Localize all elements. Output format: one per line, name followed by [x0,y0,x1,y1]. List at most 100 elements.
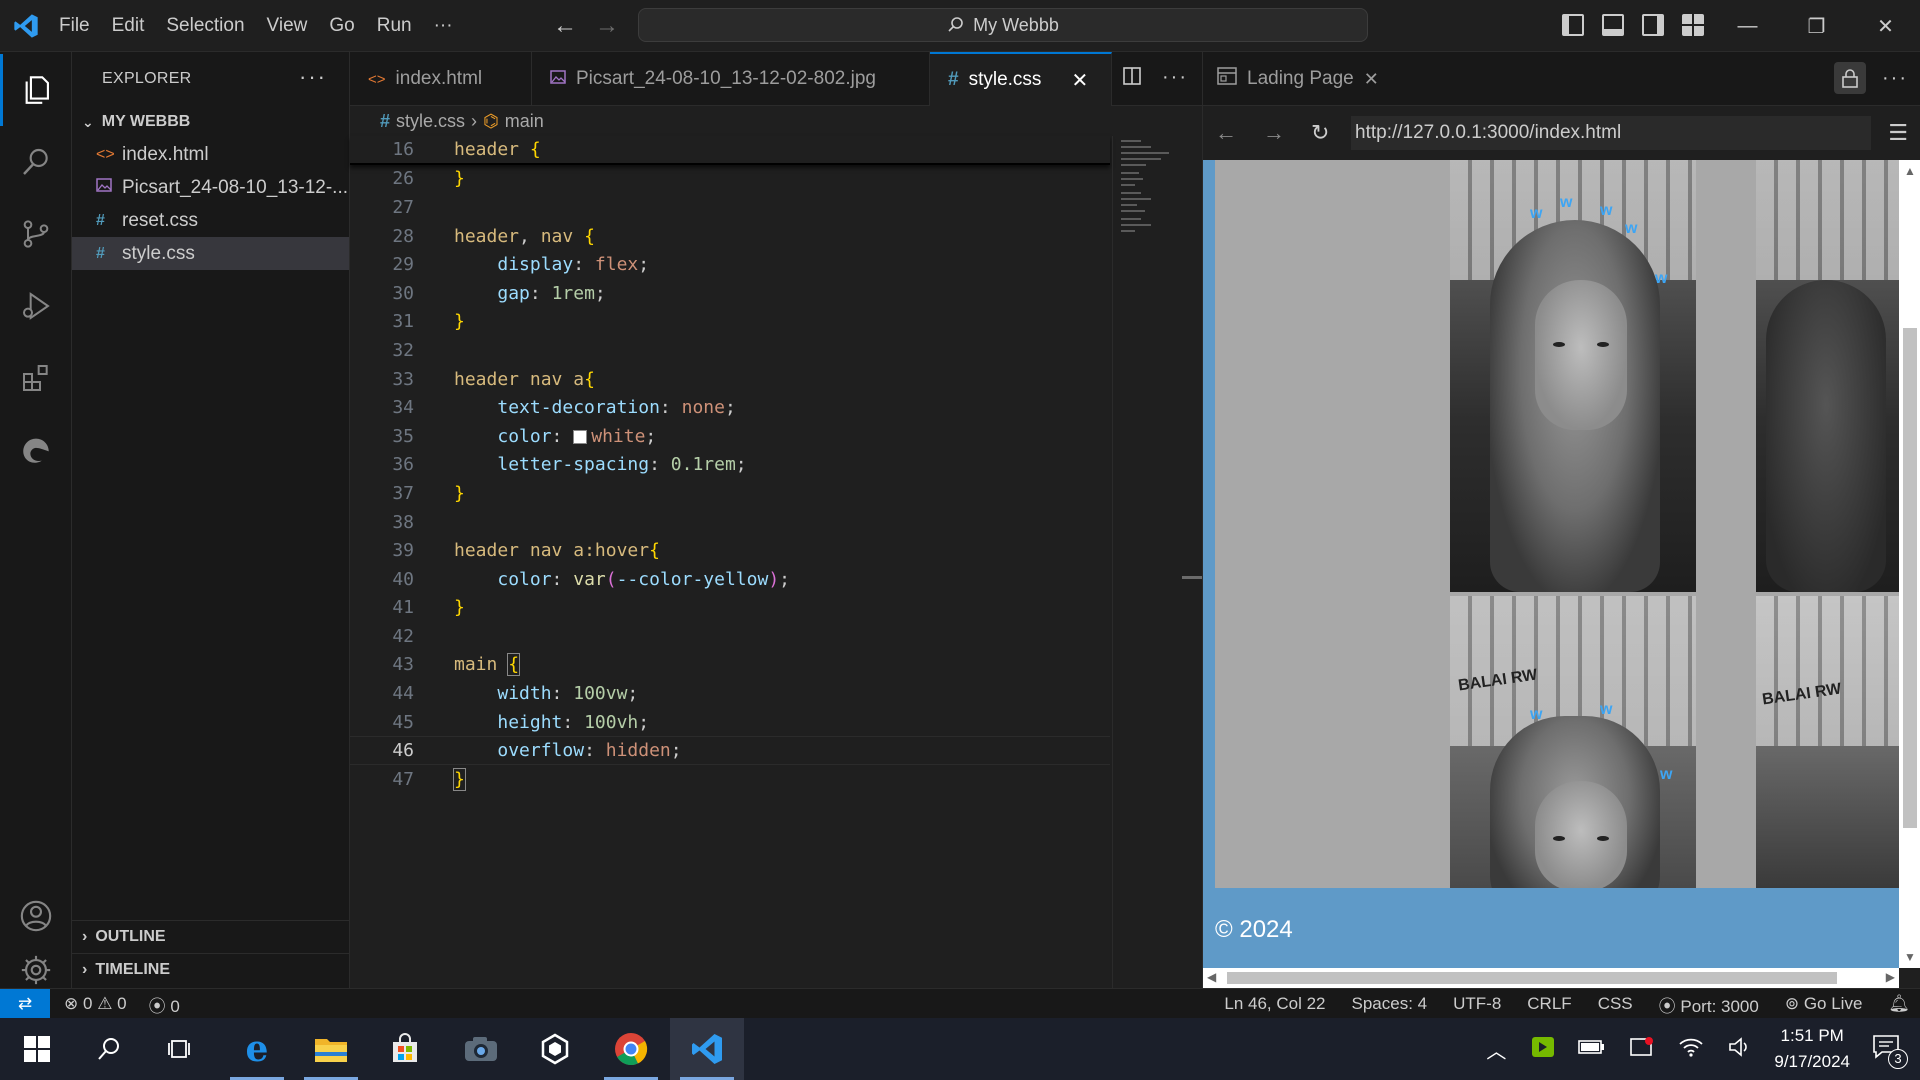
menu-run[interactable]: Run [370,15,419,37]
minimize-icon[interactable]: — [1713,0,1782,52]
edge-devtools-icon[interactable] [0,414,72,486]
run-debug-icon[interactable] [0,270,72,342]
battery-icon[interactable] [1578,1038,1606,1061]
toggle-primary-sidebar-icon[interactable] [1562,14,1584,36]
indentation[interactable]: Spaces: 4 [1352,994,1428,1014]
file-item-index-html[interactable]: <> index.html [72,138,349,171]
symbol-icon: ⌬ [483,110,499,131]
line-number: 47 [392,768,414,790]
customize-layout-icon[interactable] [1682,14,1704,36]
workspace-folder[interactable]: ⌄ MY WEBBB [72,106,349,138]
close-window-icon[interactable]: ✕ [1851,0,1920,52]
menu-selection[interactable]: Selection [159,15,251,37]
scroll-thumb[interactable] [1227,972,1837,984]
breadcrumb-symbol[interactable]: main [505,111,544,132]
menu-go[interactable]: Go [322,15,361,37]
url-bar[interactable]: http://127.0.0.1:3000/index.html [1351,116,1871,150]
scroll-up-arrow-icon[interactable]: ▲ [1904,164,1916,178]
taskbar-search-icon[interactable] [72,1018,146,1080]
file-item-style-css[interactable]: # style.css [72,237,349,270]
breadcrumb: # style.css › ⌬ main [350,106,1202,136]
line-ending[interactable]: CRLF [1527,994,1571,1014]
file-explorer-icon[interactable] [294,1018,368,1080]
file-item-reset-css[interactable]: # reset.css [72,204,349,237]
more-actions-icon[interactable]: ··· [1162,66,1188,92]
tab-lading-page[interactable]: Lading Page ✕ [1203,52,1393,106]
notification-center-icon[interactable]: 3 [1872,1034,1908,1069]
live-server-port[interactable]: ⦿ Port: 3000 [1659,992,1759,1017]
css-file-icon: # [948,69,959,90]
close-tab-icon[interactable]: ✕ [1364,69,1379,90]
remote-indicator-icon[interactable]: ⇄ [0,989,50,1019]
line-number: 38 [392,511,414,533]
scroll-down-arrow-icon[interactable]: ▼ [1904,950,1916,964]
minimap[interactable] [1112,136,1182,988]
menu-more[interactable]: ··· [427,15,460,37]
explorer-more-icon[interactable]: ··· [299,64,327,90]
start-button[interactable] [0,1018,74,1080]
scroll-thumb[interactable] [1903,328,1917,828]
toggle-panel-icon[interactable] [1602,14,1624,36]
go-live-button[interactable]: ⊚ Go Live [1785,994,1863,1014]
microsoft-store-icon[interactable] [368,1018,442,1080]
command-center[interactable]: My Webbb [638,8,1368,42]
language-mode[interactable]: CSS [1598,994,1633,1014]
cursor-position[interactable]: Ln 46, Col 22 [1224,994,1325,1014]
preview-vertical-scrollbar[interactable]: ▲ ▼ [1899,160,1920,968]
close-tab-icon[interactable]: ✕ [1071,68,1088,93]
volume-icon[interactable] [1728,1036,1752,1063]
explorer-icon[interactable] [0,54,72,126]
unity-hub-icon[interactable] [518,1018,592,1080]
reload-icon[interactable]: ↻ [1311,120,1329,146]
back-arrow-icon[interactable]: ← [553,12,577,40]
screen-record-icon[interactable] [1630,1036,1654,1063]
vscode-taskbar-icon[interactable] [670,1018,744,1080]
tab-style-css[interactable]: # style.css ✕ [930,52,1112,106]
code-area[interactable]: 16 header { 26} 27 28 header, nav { 29 dis… [350,136,1110,988]
menu-view[interactable]: View [260,15,315,37]
timeline-section[interactable]: › TIMELINE [72,953,350,986]
search-view-icon[interactable] [0,126,72,198]
scroll-right-arrow-icon[interactable]: ▶ [1886,970,1895,984]
menu-file[interactable]: File [52,15,97,37]
lock-icon[interactable] [1834,62,1867,94]
problems-indicator[interactable]: ⊗ 0 ⚠ 0 [64,994,127,1014]
color-swatch[interactable] [573,429,588,444]
forward-arrow-icon[interactable]: → [595,12,619,40]
tab-picsart-jpg[interactable]: Picsart_24-08-10_13-12-02-802.jpg [532,52,930,106]
file-item-picsart-jpg[interactable]: Picsart_24-08-10_13-12-... [72,171,349,204]
browser-menu-icon[interactable]: ☰ [1888,120,1908,146]
split-editor-icon[interactable] [1122,66,1142,92]
camera-icon[interactable] [444,1018,518,1080]
notifications-bell-icon[interactable]: 🔔︎ [1888,994,1910,1014]
restore-icon[interactable]: ❐ [1782,0,1851,52]
settings-gear-icon[interactable] [0,952,72,988]
tab-index-html[interactable]: <> index.html [350,52,532,106]
encoding[interactable]: UTF-8 [1453,994,1501,1014]
file-name: reset.css [122,209,199,231]
toggle-secondary-sidebar-icon[interactable] [1642,14,1664,36]
clock[interactable]: 1:51 PM 9/17/2024 [1774,1023,1850,1075]
scroll-left-arrow-icon[interactable]: ◀ [1207,970,1216,984]
tab-label: Picsart_24-08-10_13-12-02-802.jpg [576,68,876,89]
editor-scrollbar[interactable] [1182,136,1202,988]
accounts-icon[interactable] [0,880,72,952]
breadcrumb-file[interactable]: style.css [396,111,465,132]
wifi-icon[interactable] [1678,1036,1704,1063]
status-left: ⊗ 0 ⚠ 0 ⦿ 0 [64,989,180,1019]
outline-section[interactable]: › OUTLINE [72,920,350,953]
edge-browser-icon[interactable]: e [220,1018,294,1080]
preview-more-icon[interactable]: ··· [1882,67,1908,90]
ports-indicator[interactable]: ⦿ 0 [149,992,180,1017]
menu-bar: File Edit Selection View Go Run ··· [52,0,468,52]
show-hidden-icons-icon[interactable]: ︿ [1486,1035,1506,1064]
browser-back-icon[interactable]: ← [1215,120,1237,146]
task-view-icon[interactable] [144,1018,218,1080]
preview-horizontal-scrollbar[interactable]: ◀ ▶ [1203,968,1899,988]
menu-edit[interactable]: Edit [105,15,152,37]
browser-forward-icon[interactable]: → [1263,120,1285,146]
nvidia-icon[interactable] [1532,1036,1555,1062]
source-control-icon[interactable] [0,198,72,270]
chrome-icon[interactable] [594,1018,668,1080]
extensions-icon[interactable] [0,342,72,414]
